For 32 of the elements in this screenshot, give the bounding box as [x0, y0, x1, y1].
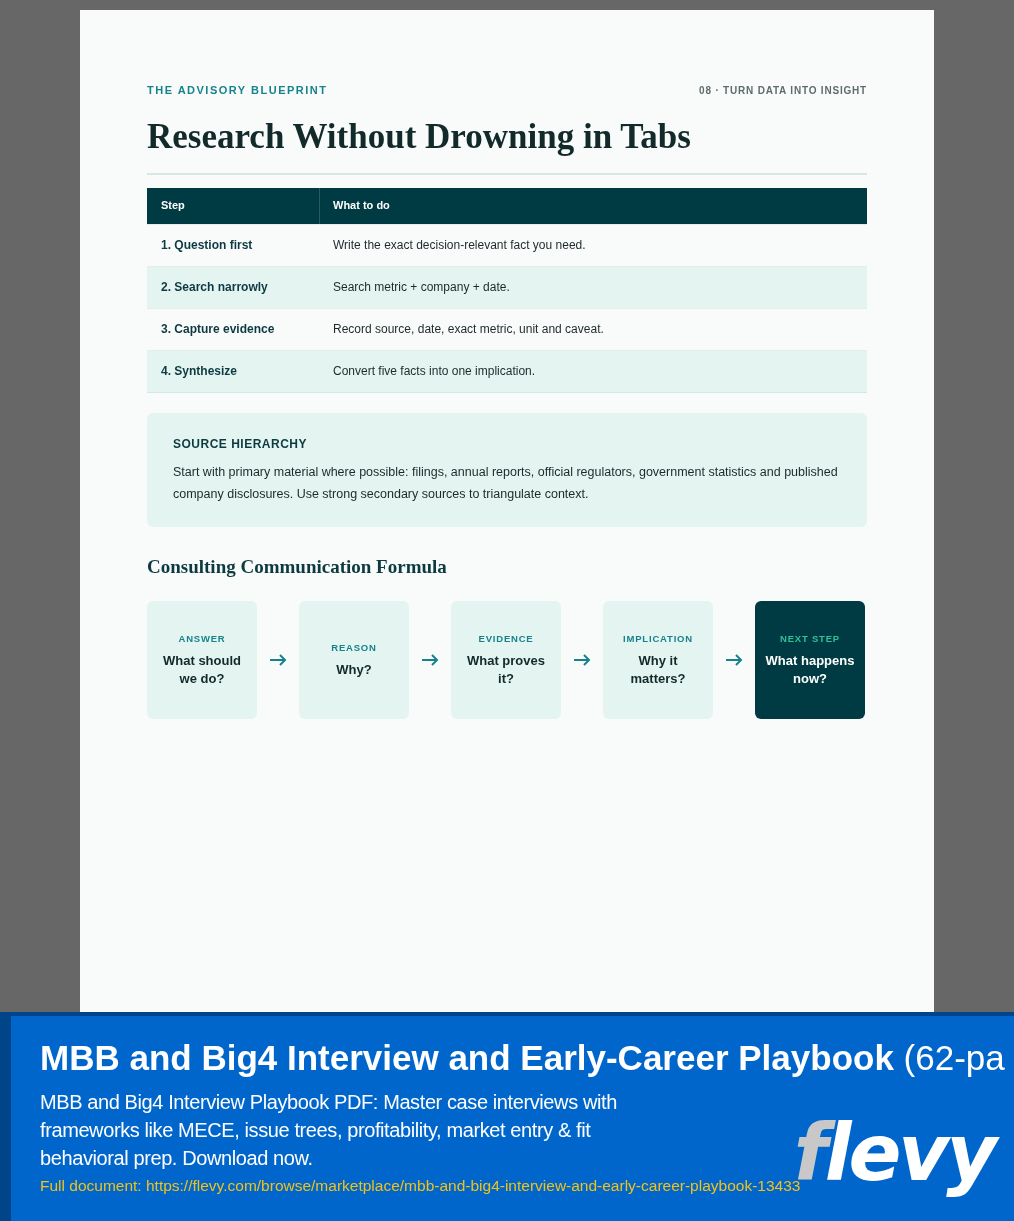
step-cell-text: 2. Search narrowly [160, 279, 269, 296]
callout-text: Start with primary material where possible: filings, annual reports, official regulators, government statistics and published company disclosures. Use strong secondary sources to triangulate context. [173, 463, 839, 503]
action-cell-text: Write the exact decision-relevant fact you need. [332, 237, 587, 254]
column-header: Step [147, 187, 320, 224]
card-question: What proves it? [466, 651, 546, 688]
kicker: THE ADVISORY BLUEPRINT [147, 83, 328, 98]
arrow-icon [573, 654, 591, 666]
section-label: 08 · TURN DATA INTO INSIGHT [699, 83, 867, 98]
action-cell-text: Record source, date, exact metric, unit and caveat. [332, 321, 605, 338]
card-label: IMPLICATION [623, 632, 693, 647]
callout-heading: SOURCE HIERARCHY [173, 435, 308, 453]
action-cell-text: Search metric + company + date. [332, 279, 511, 296]
arrow-icon [421, 654, 439, 666]
card-label: NEXT STEP [780, 632, 840, 647]
step-cell-text: 3. Capture evidence [160, 321, 276, 338]
step-cell-text: 1. Question first [160, 237, 254, 254]
card-question: Why? [336, 660, 372, 679]
section-heading: Consulting Communication Formula [147, 554, 448, 579]
card-label: ANSWER [178, 632, 226, 647]
card-label: REASON [331, 641, 377, 656]
card-question: What happens now? [764, 651, 856, 688]
column-header: What to do [332, 198, 391, 214]
arrow-icon [725, 654, 743, 666]
step-cell-text: 4. Synthesize [160, 363, 239, 380]
action-cell-text: Convert five facts into one implication. [332, 363, 537, 380]
card-question: Why it matters? [629, 651, 687, 688]
banner-title: MBB and Big4 Interview and Early-Career Playbook (62-pa [40, 1037, 1006, 1079]
page-title: Research Without Drowning in Tabs [147, 115, 692, 158]
card-label: EVIDENCE [478, 632, 534, 647]
arrow-icon [269, 654, 287, 666]
banner-description: MBB and Big4 Interview Playbook PDF: Master case interviews with frameworks like MECE, issue trees, profitability, market entry & fit behavioral prep. Download now. [40, 1090, 618, 1171]
card-question: What should we do? [162, 651, 242, 688]
